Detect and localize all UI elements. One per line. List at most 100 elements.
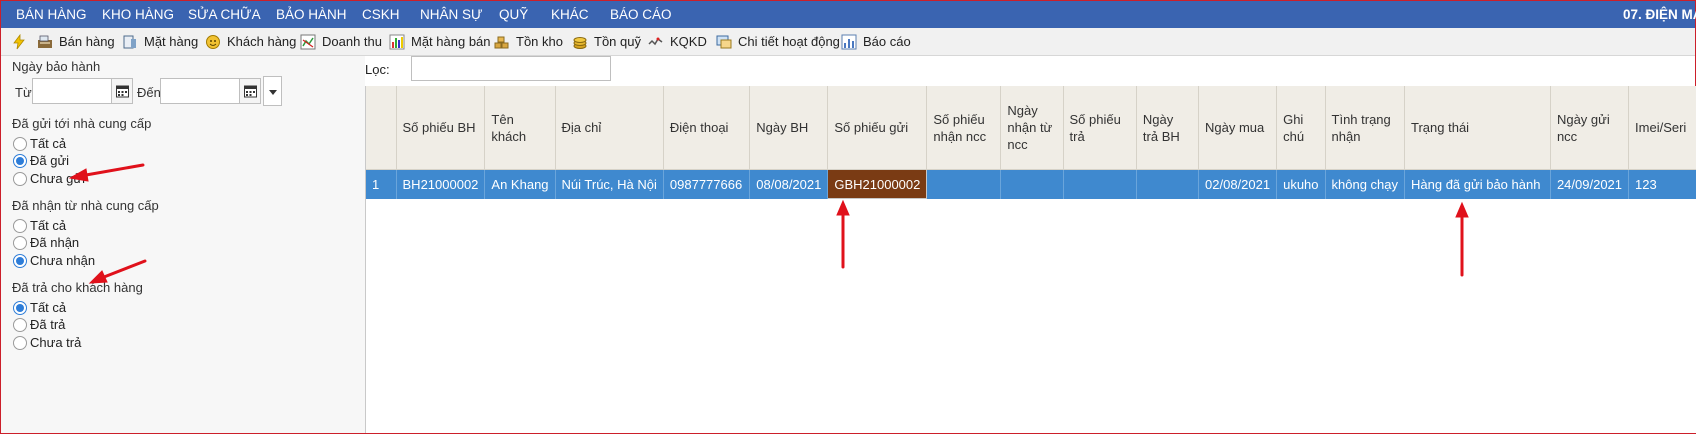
radio-received-no[interactable] [13, 254, 27, 268]
toolbar-kqkd[interactable]: KQKD [648, 28, 707, 55]
group-returned-title: Đã trả cho khách hàng [12, 280, 143, 295]
column-header[interactable]: Ghi chú [1276, 86, 1326, 170]
toolbar-ton-quy[interactable]: Tồn quỹ [572, 28, 641, 55]
filter-input[interactable] [411, 56, 611, 81]
stock-icon [494, 34, 510, 50]
toolbar-khach-hang[interactable]: Khách hàng [205, 28, 296, 55]
radio-label[interactable]: Chưa nhận [30, 253, 95, 268]
column-header[interactable]: Địa chỉ [555, 86, 664, 170]
table-cell[interactable]: 1 [366, 169, 397, 199]
column-header[interactable]: Số phiếu trả [1063, 86, 1137, 170]
column-header[interactable]: Số phiếu BH [396, 86, 486, 170]
from-date-input[interactable] [32, 78, 112, 104]
bar-chart-icon [389, 34, 405, 50]
radio-label[interactable]: Chưa gửi [30, 171, 85, 186]
table-cell[interactable] [1063, 169, 1137, 199]
toolbar-label: Chi tiết hoạt động [738, 34, 840, 49]
table-cell[interactable]: không chạy [1325, 169, 1406, 199]
toolbar-ton-kho[interactable]: Tồn kho [494, 28, 563, 55]
group-sent-title: Đã gửi tới nhà cung cấp [12, 116, 152, 131]
revenue-icon [300, 34, 316, 50]
warranty-grid: Số phiếu BH Tên khách Địa chỉ Điện thoại… [365, 86, 1696, 433]
column-header[interactable]: Tình trạng nhận [1325, 86, 1406, 170]
table-cell[interactable]: 08/08/2021 [749, 169, 829, 199]
column-header[interactable]: Số phiếu nhận ncc [926, 86, 1002, 170]
radio-returned-no[interactable] [13, 336, 27, 350]
trend-icon [648, 34, 664, 50]
radio-sent-yes[interactable] [13, 154, 27, 168]
lightning-icon[interactable] [11, 28, 33, 55]
column-header[interactable]: Số phiếu gửi [827, 86, 928, 170]
table-cell[interactable]: Hàng đã gửi bảo hành [1404, 169, 1551, 199]
nav-sua-chua[interactable]: SỬA CHỮA [188, 1, 261, 28]
radio-label[interactable]: Chưa trả [30, 335, 81, 350]
table-cell[interactable] [1136, 169, 1200, 199]
table-cell[interactable] [1000, 169, 1064, 199]
table-cell[interactable]: 02/08/2021 [1198, 169, 1278, 199]
selected-cell[interactable]: GBH21000002 [827, 169, 928, 199]
table-cell[interactable]: Núi Trúc, Hà Nội [555, 169, 664, 199]
nav-nhan-su[interactable]: NHÂN SỰ [420, 1, 483, 28]
store-name[interactable]: 07. ĐIỆN MÁY [1623, 1, 1696, 28]
column-header[interactable]: Ngày BH [749, 86, 829, 170]
toolbar-mat-hang-ban[interactable]: Mặt hàng bán [389, 28, 491, 55]
toolbar-chi-tiet-hoat-dong[interactable]: Chi tiết hoạt động [716, 28, 840, 55]
column-header[interactable]: Imei/Seri [1628, 86, 1696, 170]
toolbar-ban-hang[interactable]: Bán hàng [37, 28, 115, 55]
filter-panel: Ngày bảo hành Từ Đến Đã gửi tới nhà cung… [1, 56, 365, 433]
table-cell[interactable]: BH21000002 [396, 169, 486, 199]
radio-label[interactable]: Tất cả [30, 218, 66, 233]
radio-label[interactable]: Đã nhận [30, 235, 79, 250]
table-cell[interactable]: An Khang [484, 169, 556, 199]
report-icon [841, 34, 857, 50]
toolbar-mat-hang[interactable]: Mặt hàng [122, 28, 198, 55]
radio-returned-all[interactable] [13, 301, 27, 315]
radio-label[interactable]: Tất cả [30, 136, 66, 151]
nav-bao-hanh[interactable]: BẢO HÀNH [276, 1, 347, 28]
toolbar-label: Bán hàng [59, 34, 115, 49]
product-icon [122, 34, 138, 50]
nav-cskh[interactable]: CSKH [362, 1, 400, 28]
toolbar-label: Tồn kho [516, 34, 563, 49]
column-header[interactable]: Ngày gửi ncc [1550, 86, 1630, 170]
column-header[interactable] [366, 86, 397, 170]
toolbar-label: Mặt hàng [144, 34, 199, 49]
to-date-input[interactable] [160, 78, 240, 104]
date-dropdown-button[interactable] [263, 76, 282, 106]
table-cell[interactable]: 0987777666 [663, 169, 751, 199]
nav-bao-cao[interactable]: BÁO CÁO [610, 1, 672, 28]
nav-quy[interactable]: QUỸ [499, 1, 528, 28]
table-cell[interactable]: ukuho [1276, 169, 1326, 199]
column-header[interactable]: Ngày trả BH [1136, 86, 1200, 170]
column-header[interactable]: Ngày nhận từ ncc [1000, 86, 1064, 170]
calendar-icon[interactable] [239, 78, 261, 104]
radio-returned-yes[interactable] [13, 318, 27, 332]
filter-label: Lọc: [365, 62, 390, 77]
nav-kho-hang[interactable]: KHO HÀNG [102, 1, 174, 28]
radio-received-yes[interactable] [13, 236, 27, 250]
nav-khac[interactable]: KHÁC [551, 1, 589, 28]
radio-label[interactable]: Tất cả [30, 300, 66, 315]
column-header[interactable]: Trạng thái [1404, 86, 1551, 170]
toolbar-label: Tồn quỹ [594, 34, 641, 49]
table-cell[interactable]: 123 [1628, 169, 1696, 199]
table-row[interactable]: 1 BH21000002 An Khang Núi Trúc, Hà Nội 0… [366, 169, 1696, 199]
nav-ban-hang[interactable]: BÁN HÀNG [16, 1, 87, 28]
radio-received-all[interactable] [13, 219, 27, 233]
radio-sent-all[interactable] [13, 137, 27, 151]
warranty-table: Số phiếu BH Tên khách Địa chỉ Điện thoại… [366, 86, 1696, 199]
warranty-date-label: Ngày bảo hành [12, 59, 101, 74]
column-header[interactable]: Tên khách [484, 86, 556, 170]
table-cell[interactable]: 24/09/2021 [1550, 169, 1630, 199]
cashier-icon [37, 34, 53, 50]
table-cell[interactable] [926, 169, 1002, 199]
calendar-icon[interactable] [111, 78, 133, 104]
column-header[interactable]: Điện thoại [663, 86, 751, 170]
activity-icon [716, 34, 732, 50]
radio-label[interactable]: Đã trả [30, 317, 65, 332]
radio-label[interactable]: Đã gửi [30, 153, 69, 168]
radio-sent-no[interactable] [13, 172, 27, 186]
column-header[interactable]: Ngày mua [1198, 86, 1278, 170]
toolbar-doanh-thu[interactable]: Doanh thu [300, 28, 382, 55]
toolbar-bao-cao[interactable]: Báo cáo [841, 28, 911, 55]
